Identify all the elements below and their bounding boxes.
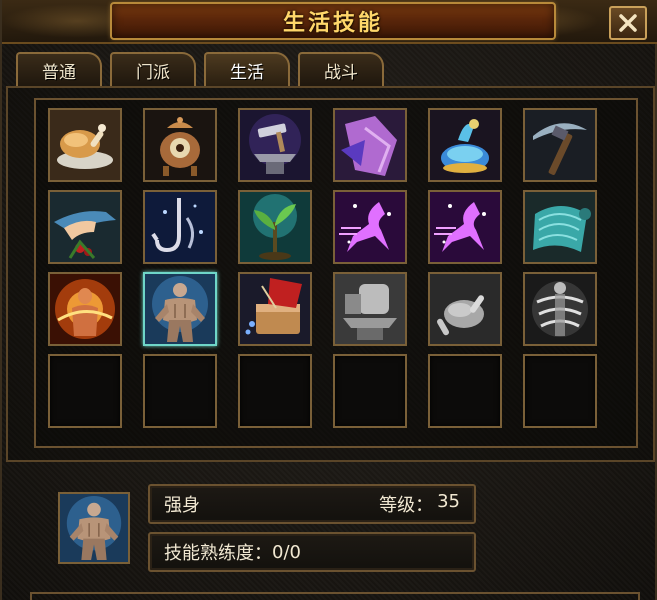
level-label: 等级： [379,495,434,516]
close-button[interactable] [609,6,647,40]
selected-skill-icon-frame [58,492,130,564]
skill-slot[interactable] [48,108,122,182]
pickaxe-icon [525,110,595,180]
skill-proficiency-box: 技能熟练度： 0/0 [148,532,476,572]
proficiency-label: 技能熟练度： [164,543,272,564]
bottom-frame-edge [30,592,640,600]
life-skills-window: 生活技能 普通 门派 生活 战斗 强身 等级： 35 技能熟练度： 0/0 [0,0,657,600]
gray-anvil-icon [335,274,405,344]
skill-slot[interactable] [48,272,122,346]
tab-combat[interactable]: 战斗 [298,52,384,86]
sapling-icon [240,192,310,262]
empty-skill-slot[interactable] [523,354,597,428]
skill-category-tabs: 普通 门派 生活 战斗 [16,52,384,86]
purple-dash-icon [335,192,405,262]
skill-grid-panel [6,86,655,462]
fishing-hook-icon [145,192,215,262]
tab-sect[interactable]: 门派 [110,52,196,86]
empty-skill-slot[interactable] [143,354,217,428]
skill-slot[interactable] [428,190,502,264]
skill-slot[interactable] [238,108,312,182]
skill-slot[interactable] [143,108,217,182]
skill-grid [34,98,638,448]
flame-aura-icon [50,274,120,344]
herb-gathering-hand-icon [50,192,120,262]
empty-skill-slot[interactable] [238,354,312,428]
skill-slot[interactable] [428,272,502,346]
skill-slot[interactable] [523,190,597,264]
muscle-body-icon [145,274,215,344]
empty-skill-slot[interactable] [48,354,122,428]
level-value: 35 [437,491,460,512]
alchemy-cauldron-icon [145,110,215,180]
skill-level: 等级： 35 [379,491,460,517]
gray-roast-chicken-icon [430,274,500,344]
skill-slot[interactable] [238,190,312,264]
close-icon [619,14,637,32]
roast-chicken-icon [50,110,120,180]
gray-whirlwind-icon [525,274,595,344]
tab-life[interactable]: 生活 [204,52,290,86]
window-title: 生活技能 [282,10,383,36]
skill-slot[interactable] [143,190,217,264]
skill-name: 强身 [164,495,200,516]
skill-slot[interactable] [428,108,502,182]
skill-slot[interactable] [48,190,122,264]
skill-slot[interactable] [523,108,597,182]
teal-scroll-icon [525,192,595,262]
title-plate: 生活技能 [110,2,556,40]
proficiency-value: 0/0 [272,541,301,563]
title-bar: 生活技能 [2,0,657,44]
tailoring-fabric-icon [240,274,310,344]
empty-skill-slot[interactable] [333,354,407,428]
tab-normal[interactable]: 普通 [16,52,102,86]
muscle-body-icon [60,494,128,562]
skill-slot[interactable] [333,190,407,264]
skill-slot[interactable] [333,108,407,182]
purple-robe-icon [335,110,405,180]
empty-skill-slot[interactable] [428,354,502,428]
purple-dash-icon [430,192,500,262]
skill-slot[interactable] [143,272,217,346]
anvil-hammer-icon [240,110,310,180]
skill-slot[interactable] [523,272,597,346]
skill-slot[interactable] [238,272,312,346]
skill-slot[interactable] [333,272,407,346]
skill-name-box: 强身 等级： 35 [148,484,476,524]
potion-flask-icon [430,110,500,180]
